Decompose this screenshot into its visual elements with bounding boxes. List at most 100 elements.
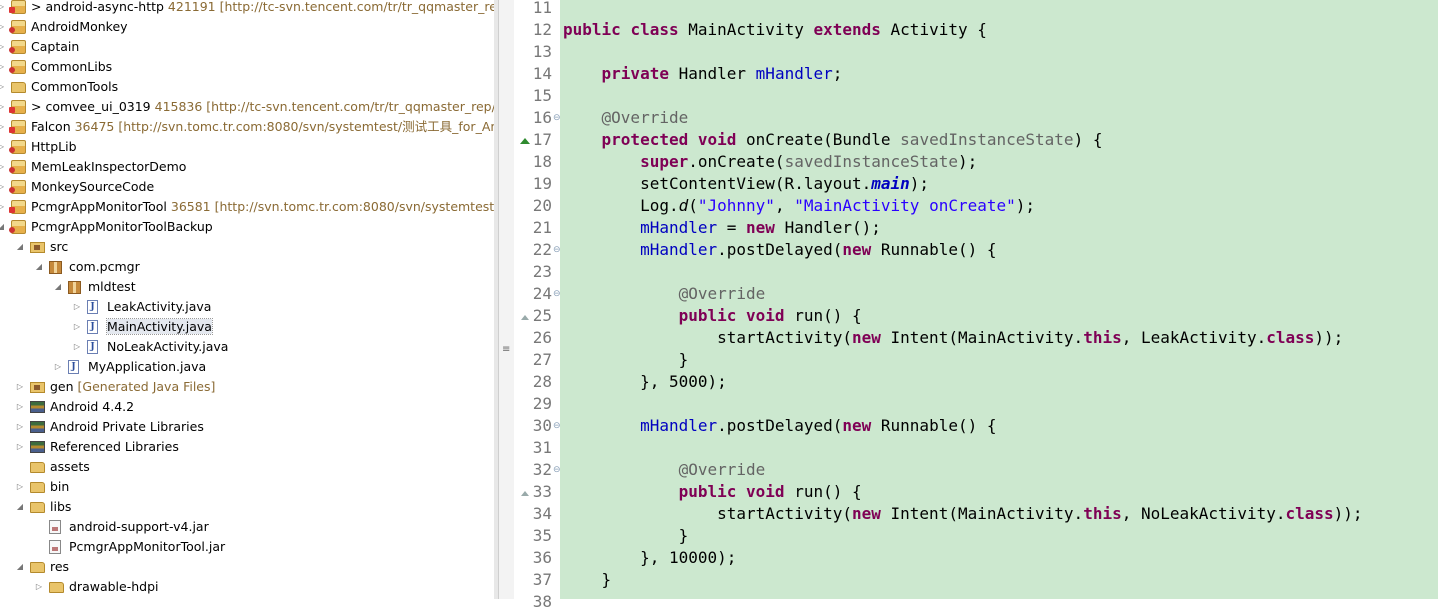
code-line[interactable]: public class MainActivity extends Activi… — [563, 19, 987, 41]
code-line[interactable]: }, 5000); — [563, 371, 727, 393]
project-icon — [9, 40, 26, 54]
code-line[interactable]: } — [563, 525, 689, 547]
tree-item-label: CommonLibs — [31, 59, 113, 74]
fold-toggle-icon[interactable]: ⊖ — [553, 283, 561, 305]
expand-arrow-icon[interactable]: ▷ — [72, 317, 82, 337]
code-token: mHandler — [640, 218, 718, 237]
collapse-arrow-icon[interactable]: ◢ — [15, 237, 25, 257]
folder-icon — [30, 562, 45, 573]
code-line[interactable]: } — [563, 349, 689, 371]
code-token: )); — [1314, 328, 1344, 347]
code-token: .onCreate( — [688, 152, 785, 171]
expand-arrow-icon[interactable]: ▷ — [0, 97, 6, 117]
override-marker-icon[interactable] — [520, 138, 530, 144]
tree-item-label: mldtest — [88, 279, 136, 294]
collapse-arrow-icon[interactable]: ◢ — [34, 257, 44, 277]
expand-arrow-icon[interactable]: ▷ — [0, 197, 6, 217]
code-token: Intent(MainActivity. — [880, 504, 1084, 523]
code-line[interactable]: mHandler.postDelayed(new Runnable() { — [563, 239, 996, 261]
code-line[interactable]: super.onCreate(savedInstanceState); — [563, 151, 977, 173]
code-line[interactable]: @Override — [563, 283, 766, 305]
expand-arrow-icon[interactable]: ▷ — [0, 0, 6, 17]
expand-arrow-icon[interactable]: ▷ — [15, 477, 25, 497]
code-token: this — [1083, 328, 1122, 347]
implements-marker-icon[interactable] — [520, 314, 530, 320]
code-line[interactable]: startActivity(new Intent(MainActivity.th… — [563, 327, 1343, 349]
code-line[interactable]: public void run() { — [563, 481, 862, 503]
code-line[interactable]: mHandler.postDelayed(new Runnable() { — [563, 415, 996, 437]
expand-arrow-icon[interactable]: ▷ — [0, 137, 6, 157]
collapse-arrow-icon[interactable]: ◢ — [0, 217, 6, 237]
scroll-grip-icon[interactable]: ≡ — [502, 344, 510, 356]
code-token: void — [746, 482, 785, 501]
code-line[interactable]: @Override — [563, 107, 689, 129]
code-line[interactable]: } — [563, 569, 612, 591]
code-token: ; — [832, 64, 843, 83]
code-line[interactable]: setContentView(R.layout.main); — [563, 173, 929, 195]
expand-arrow-icon[interactable]: ▷ — [15, 397, 25, 417]
tree-item-label: Captain — [31, 39, 80, 54]
line-number: 23 — [532, 262, 552, 281]
implements-marker-icon[interactable] — [520, 490, 530, 496]
code-line[interactable]: mHandler = new Handler(); — [563, 217, 881, 239]
code-line[interactable]: startActivity(new Intent(MainActivity.th… — [563, 503, 1362, 525]
project-icon — [9, 140, 26, 154]
expand-arrow-icon[interactable]: ▷ — [0, 157, 6, 177]
expand-arrow-icon[interactable]: ▷ — [15, 437, 25, 457]
folder-icon — [30, 502, 45, 513]
code-line[interactable]: Log.d("Johnny", "MainActivity onCreate")… — [563, 195, 1035, 217]
line-number: 21 — [532, 218, 552, 237]
expand-arrow-icon[interactable]: ▷ — [0, 37, 6, 57]
project-icon — [9, 60, 26, 74]
expand-arrow-icon[interactable]: ▷ — [0, 177, 6, 197]
expand-arrow-icon[interactable]: ▷ — [34, 577, 44, 597]
code-line[interactable]: }, 10000); — [563, 547, 736, 569]
code-token: savedInstanceState — [900, 130, 1074, 149]
code-line[interactable]: public void run() { — [563, 305, 862, 327]
code-area[interactable]: public class MainActivity extends Activi… — [563, 0, 1433, 599]
code-token: public — [563, 20, 621, 39]
fold-toggle-icon[interactable]: ⊖ — [553, 415, 561, 437]
code-token: private — [601, 64, 669, 83]
code-token: public — [678, 482, 737, 501]
code-line[interactable]: @Override — [563, 459, 766, 481]
fold-toggle-icon[interactable]: ⊖ — [553, 459, 561, 481]
collapse-arrow-icon[interactable]: ◢ — [53, 277, 63, 297]
svn-decoration: 415836 [http://tc-svn.tencent.com/tr/tr_… — [154, 99, 494, 114]
svn-project-icon — [9, 200, 26, 214]
code-token: ); — [909, 174, 930, 193]
code-editor[interactable]: 11 12 13 14 15 16 ⊖ 17 18 19 20 21 22 ⊖ 23 24 ⊖ 25 26 27 28 2… — [514, 0, 1438, 611]
line-number: 11 — [532, 0, 552, 17]
tree-item-label: AndroidMonkey — [31, 19, 128, 34]
code-token: MainActivity — [678, 20, 814, 39]
tree-item-label: drawable-hdpi — [69, 579, 159, 594]
code-token: Handler(); — [774, 218, 881, 237]
expand-arrow-icon[interactable]: ▷ — [0, 17, 6, 37]
tree-item-label: MyApplication.java — [88, 359, 207, 374]
collapse-arrow-icon[interactable]: ◢ — [15, 497, 25, 517]
code-token: startActivity( — [563, 504, 852, 523]
code-line[interactable]: private Handler mHandler; — [563, 63, 843, 85]
expand-arrow-icon[interactable]: ▷ — [0, 57, 6, 77]
expand-arrow-icon[interactable]: ▷ — [72, 297, 82, 317]
code-line[interactable]: protected void onCreate(Bundle savedInst… — [563, 129, 1103, 151]
expand-arrow-icon[interactable]: ▷ — [0, 77, 6, 97]
fold-toggle-icon[interactable]: ⊖ — [553, 107, 561, 129]
expand-arrow-icon[interactable]: ▷ — [15, 417, 25, 437]
vertical-scrollbar[interactable]: ≡ — [498, 0, 514, 599]
line-number-gutter: 11 12 13 14 15 16 ⊖ 17 18 19 20 21 22 ⊖ 23 24 ⊖ 25 26 27 28 2… — [514, 0, 561, 611]
fold-toggle-icon[interactable]: ⊖ — [553, 239, 561, 261]
expand-arrow-icon[interactable]: ▷ — [53, 357, 63, 377]
expand-arrow-icon[interactable]: ▷ — [0, 117, 6, 137]
expand-arrow-icon[interactable]: ▷ — [15, 377, 25, 397]
expand-arrow-icon[interactable]: ▷ — [72, 337, 82, 357]
code-token: run() { — [784, 482, 862, 501]
code-token: void — [746, 306, 785, 325]
line-number: 20 — [532, 196, 552, 215]
code-token: Log. — [563, 196, 679, 215]
collapse-arrow-icon[interactable]: ◢ — [15, 557, 25, 577]
